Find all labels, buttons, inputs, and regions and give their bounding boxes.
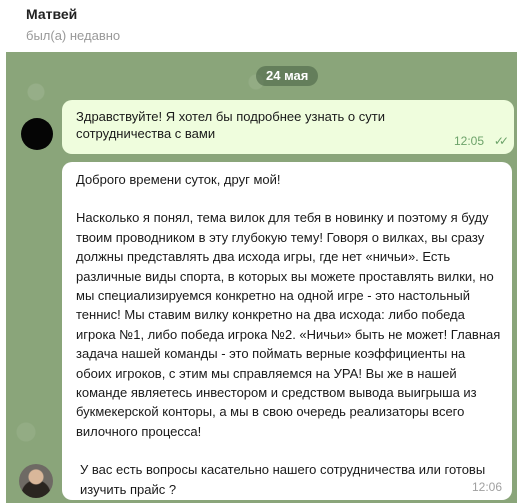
- outgoing-message-bubble[interactable]: Здравствуйте! Я хотел бы подробнее узнат…: [62, 100, 514, 154]
- double-check-icon: ✓✓: [493, 134, 509, 148]
- date-separator: 24 мая: [256, 66, 319, 86]
- message-paragraph: У вас есть вопросы касательно нашего сот…: [80, 462, 486, 497]
- avatar[interactable]: [19, 464, 53, 498]
- message-text: Здравствуйте! Я хотел бы подробнее узнат…: [76, 109, 385, 141]
- incoming-message-bubble[interactable]: Доброго времени суток, друг мой! Насколь…: [62, 162, 512, 500]
- avatar[interactable]: [21, 118, 53, 150]
- chat-header[interactable]: Матвей был(а) недавно: [0, 0, 517, 52]
- message-time: 12:05: [453, 134, 484, 148]
- contact-status: был(а) недавно: [26, 28, 121, 43]
- chat-area[interactable]: 24 мая Здравствуйте! Я хотел бы подробне…: [6, 52, 517, 503]
- message-paragraph: Насколько я понял, тема вилок для тебя в…: [76, 210, 501, 439]
- message-paragraph: Доброго времени суток, друг мой!: [76, 172, 281, 187]
- contact-name[interactable]: Матвей: [26, 6, 77, 22]
- message-time: 12:06: [471, 480, 502, 494]
